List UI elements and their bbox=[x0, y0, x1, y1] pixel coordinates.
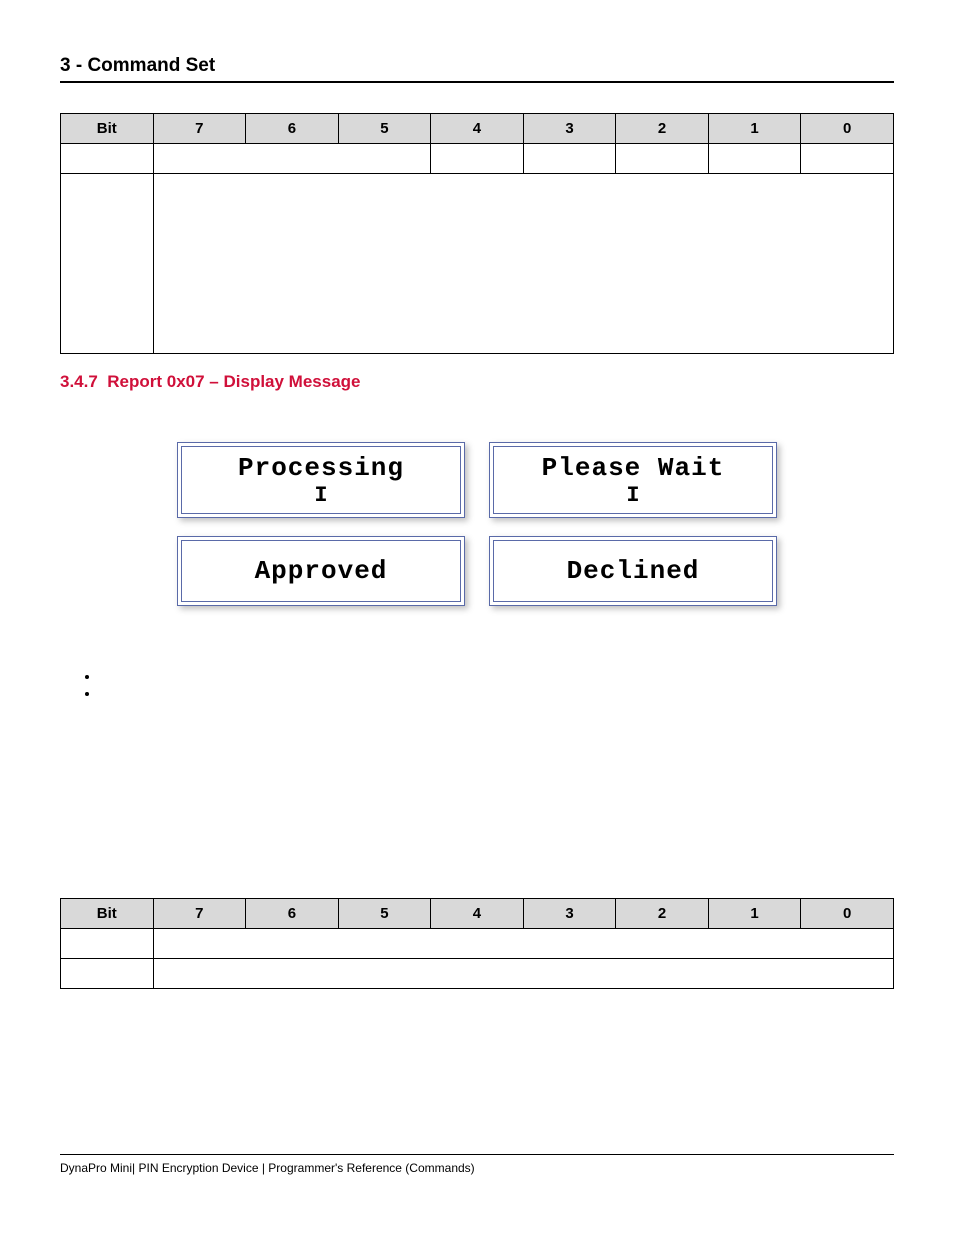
t1-h6: 2 bbox=[616, 114, 709, 144]
bit-table-1: Bit 7 6 5 4 3 2 1 0 bbox=[60, 113, 894, 354]
screen-please-wait: Please Wait I bbox=[489, 442, 777, 518]
bullet-list bbox=[100, 668, 894, 702]
t1-h7: 1 bbox=[708, 114, 801, 144]
page-header: 3 - Command Set bbox=[60, 55, 894, 83]
t2-h2: 6 bbox=[246, 899, 339, 929]
t1-h4: 4 bbox=[431, 114, 524, 144]
t1-h5: 3 bbox=[523, 114, 616, 144]
t1-r1c5 bbox=[708, 144, 801, 174]
t1-r1c4 bbox=[616, 144, 709, 174]
t2-h7: 1 bbox=[708, 899, 801, 929]
bit-table-2: Bit 7 6 5 4 3 2 1 0 – bbox=[60, 898, 894, 989]
t1-r1c0 bbox=[61, 144, 154, 174]
t2-h3: 5 bbox=[338, 899, 431, 929]
t1-r1c2 bbox=[431, 144, 524, 174]
t2-r2c1: – bbox=[153, 959, 893, 989]
screen-text: Please Wait bbox=[542, 453, 725, 483]
screen-grid: Processing I Please Wait I Approved Decl… bbox=[177, 442, 777, 606]
t2-h1: 7 bbox=[153, 899, 246, 929]
screen-declined: Declined bbox=[489, 536, 777, 606]
section-title-text: Report 0x07 – Display Message bbox=[107, 372, 360, 391]
t2-h6: 2 bbox=[616, 899, 709, 929]
bullet-2 bbox=[100, 685, 894, 702]
hourglass-icon: I bbox=[626, 485, 639, 507]
dash-1: – bbox=[60, 646, 894, 662]
t1-h1: 7 bbox=[153, 114, 246, 144]
t1-h3: 5 bbox=[338, 114, 431, 144]
screen-text: Approved bbox=[255, 556, 388, 586]
hourglass-icon: I bbox=[314, 485, 327, 507]
t1-h2: 6 bbox=[246, 114, 339, 144]
t1-h0: Bit bbox=[61, 114, 154, 144]
t2-h5: 3 bbox=[523, 899, 616, 929]
screen-processing: Processing I bbox=[177, 442, 465, 518]
footer-left: DynaPro Mini| PIN Encryption Device | Pr… bbox=[60, 1161, 475, 1175]
t1-r1c1 bbox=[153, 144, 431, 174]
section-heading: 3.4.7 Report 0x07 – Display Message bbox=[60, 372, 894, 392]
t2-h4: 4 bbox=[431, 899, 524, 929]
t1-h8: 0 bbox=[801, 114, 894, 144]
bullet-1 bbox=[100, 668, 894, 685]
section-number: 3.4.7 bbox=[60, 372, 98, 391]
t2-r1c1 bbox=[153, 929, 893, 959]
t1-r2c0 bbox=[61, 174, 154, 354]
dash-2: – bbox=[230, 842, 894, 858]
t2-r1c0 bbox=[61, 929, 154, 959]
page-footer: DynaPro Mini| PIN Encryption Device | Pr… bbox=[60, 1154, 894, 1175]
t1-r2c1 bbox=[153, 174, 893, 354]
t2-r2c0 bbox=[61, 959, 154, 989]
screen-text: Declined bbox=[567, 556, 700, 586]
screen-approved: Approved bbox=[177, 536, 465, 606]
t2-h0: Bit bbox=[61, 899, 154, 929]
t1-r1c3 bbox=[523, 144, 616, 174]
screen-text: Processing bbox=[238, 453, 404, 483]
t2-h8: 0 bbox=[801, 899, 894, 929]
t1-r1c6 bbox=[801, 144, 894, 174]
